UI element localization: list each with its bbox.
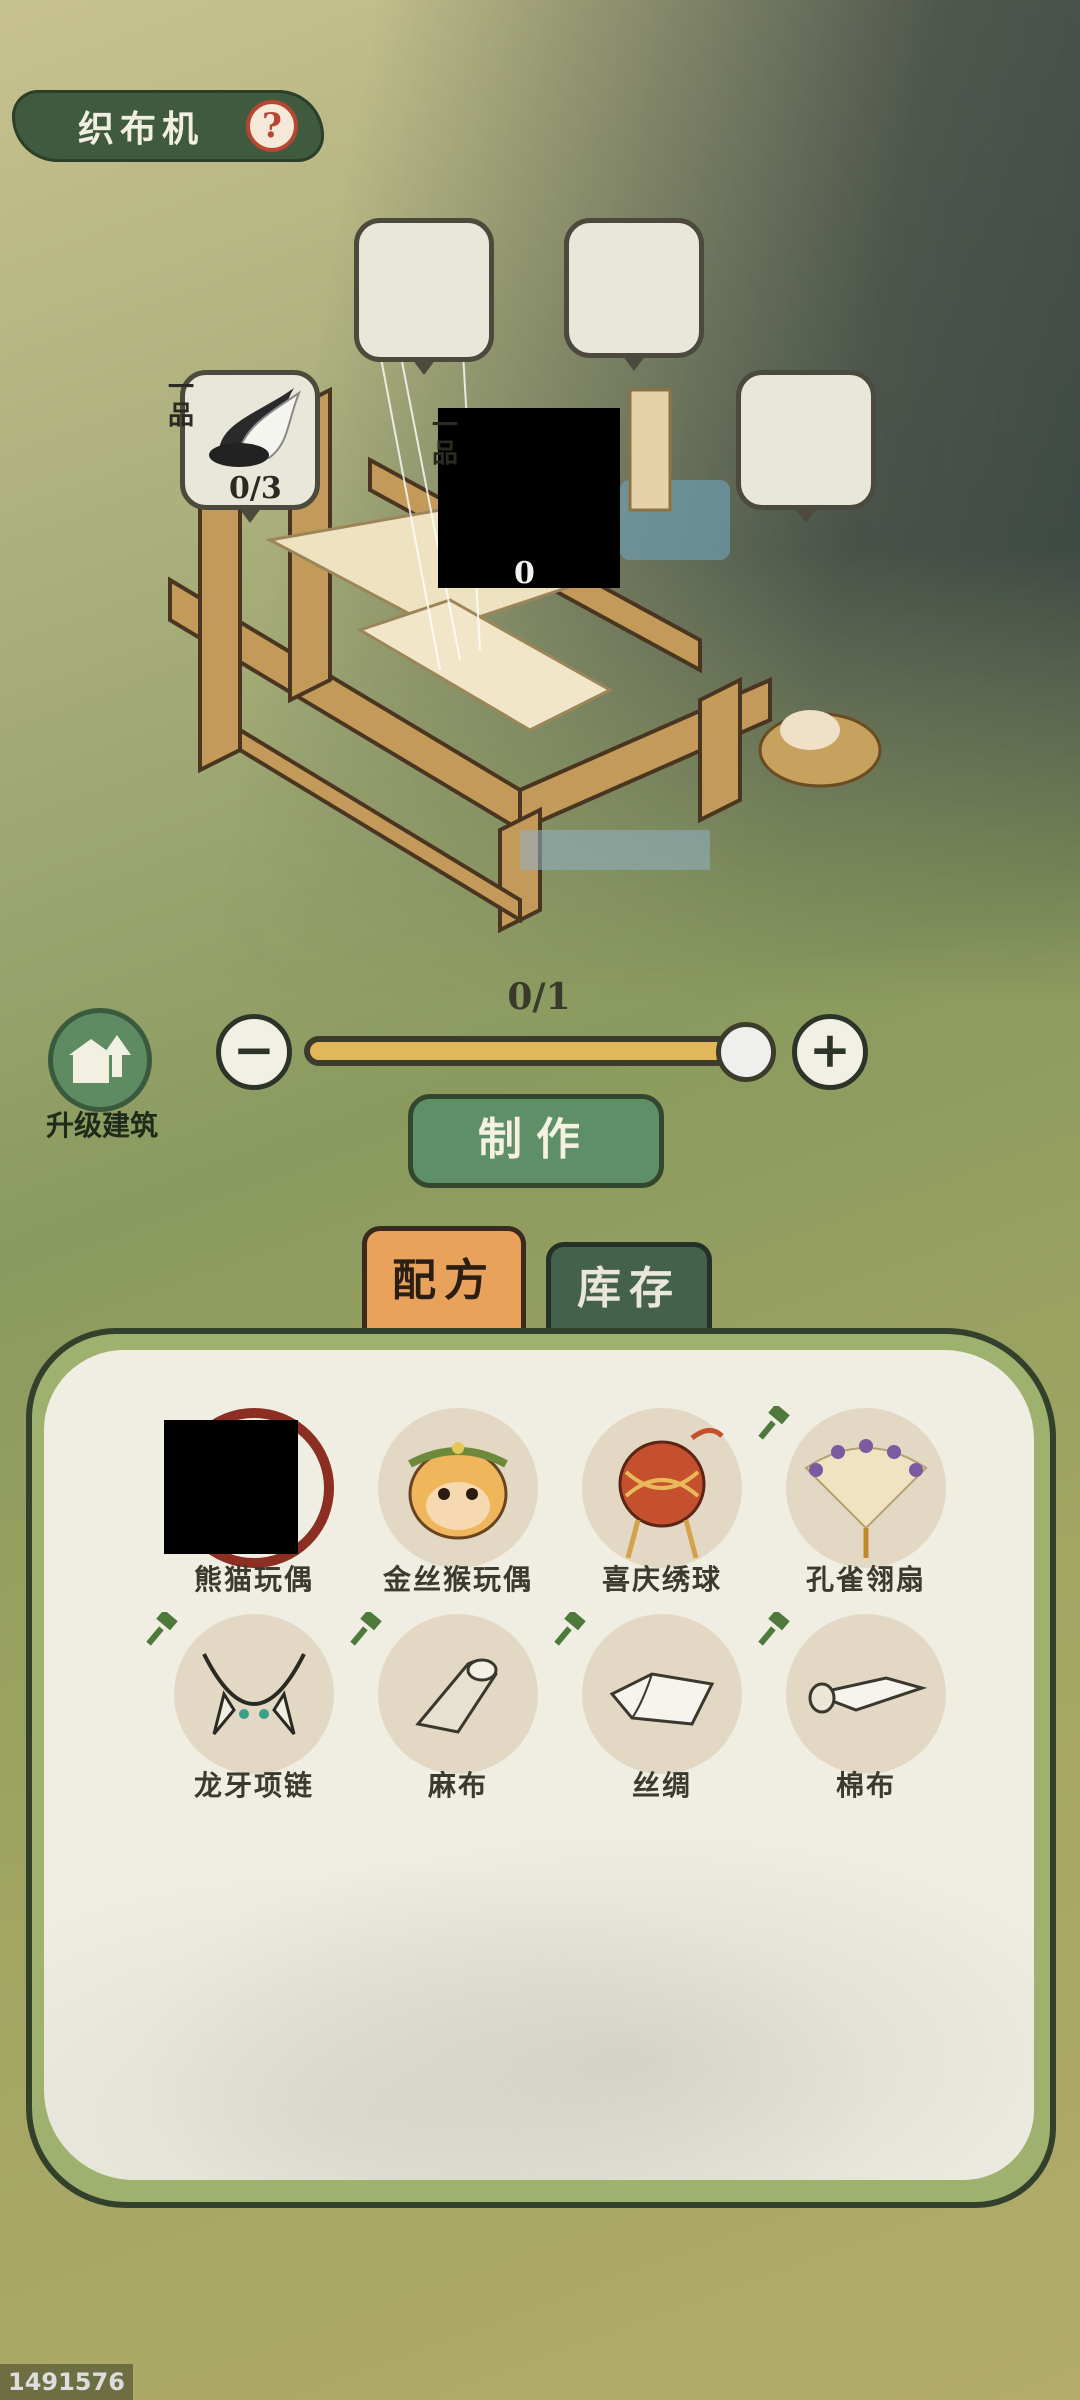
material-slot-empty[interactable]	[564, 218, 704, 371]
recipe-item-label: 丝绸	[631, 1769, 692, 1802]
upgrade-arrow-icon	[69, 1035, 131, 1083]
plus-icon[interactable]: +	[792, 1014, 868, 1090]
minus-icon[interactable]: −	[216, 1014, 292, 1090]
slot-count: 0	[514, 556, 535, 591]
recipe-item-label: 喜庆绣球	[601, 1563, 722, 1596]
tab-recipe[interactable]: 配方	[362, 1226, 526, 1336]
dragon-tooth-necklace-icon	[202, 1653, 306, 1735]
linen-roll-icon	[415, 1658, 498, 1734]
recipe-item-panda-doll[interactable]: 熊猫玩偶	[144, 1408, 344, 1598]
recipe-item-label: 棉布	[835, 1769, 896, 1802]
recipe-panel: 熊猫玩偶 金丝猴玩偶 喜庆绣球 孔雀翎扇 龙牙项链 麻布 丝绸 棉布	[44, 1350, 1034, 2180]
recipe-item-label: 龙牙项链	[193, 1769, 314, 1802]
recipe-item-label: 麻布	[427, 1769, 488, 1802]
recipe-item-silk[interactable]: 丝绸	[552, 1612, 752, 1804]
question-icon[interactable]: ?	[246, 100, 298, 152]
grade-label: 一品	[432, 411, 459, 469]
material-slot-feather[interactable]: 0/3	[180, 370, 320, 523]
slot-count: 0/3	[229, 471, 282, 506]
grade-label: 一品	[168, 373, 195, 431]
embroidered-ball-icon	[618, 1428, 724, 1559]
recipe-item-linen[interactable]: 麻布	[348, 1612, 548, 1804]
quantity-value: 0/1	[507, 976, 571, 1018]
material-slot-empty[interactable]	[354, 218, 494, 375]
quantity-slider[interactable]	[304, 1036, 776, 1066]
slider-fill	[310, 1042, 770, 1060]
recipe-item-embroidered-ball[interactable]: 喜庆绣球	[552, 1408, 752, 1598]
panda-doll-icon	[164, 1420, 298, 1554]
recipe-item-cotton-cloth[interactable]: 棉布	[756, 1612, 956, 1804]
golden-monkey-doll-icon	[408, 1442, 508, 1540]
recipe-item-label: 金丝猴玩偶	[382, 1563, 533, 1596]
silk-icon	[609, 1672, 715, 1726]
recipe-item-label: 熊猫玩偶	[193, 1563, 314, 1596]
recipe-item-peacock-fan[interactable]: 孔雀翎扇	[756, 1406, 956, 1598]
upgrade-building-button[interactable]	[48, 1008, 152, 1112]
recipe-item-dragon-tooth-necklace[interactable]: 龙牙项链	[144, 1612, 344, 1804]
watermark: 1491576	[0, 2364, 133, 2400]
cotton-cloth-icon	[808, 1676, 928, 1714]
recipe-item-golden-monkey-doll[interactable]: 金丝猴玩偶	[348, 1408, 548, 1598]
material-slot-empty[interactable]	[736, 370, 876, 523]
upgrade-building-label: 升级建筑	[45, 1109, 158, 1142]
recipe-item-label: 孔雀翎扇	[805, 1563, 926, 1596]
make-button[interactable]: 制作	[408, 1094, 664, 1188]
feather-tail-icon	[209, 388, 302, 467]
tab-stock[interactable]: 库存	[546, 1242, 712, 1336]
peacock-fan-icon	[804, 1439, 928, 1558]
page-title: 织布机	[78, 108, 205, 150]
slider-thumb[interactable]	[716, 1022, 776, 1082]
